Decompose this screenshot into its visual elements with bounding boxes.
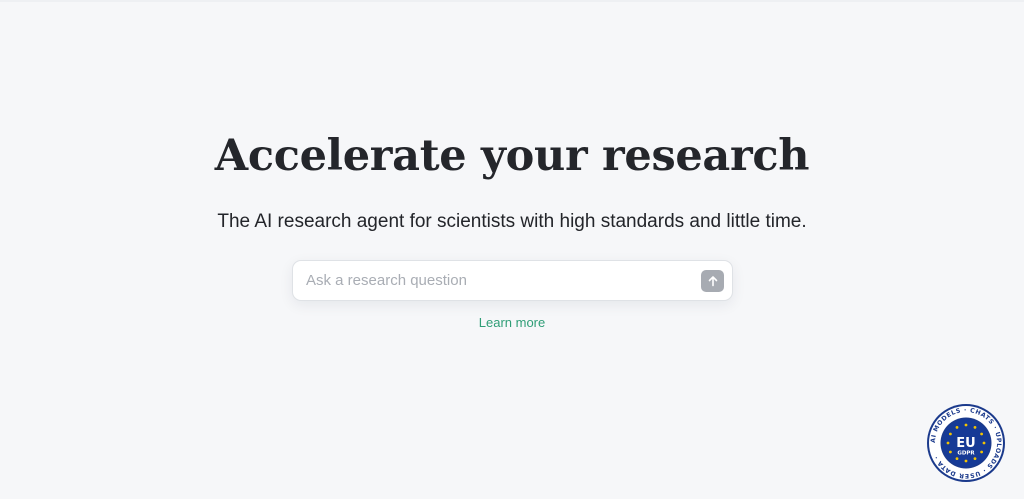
badge-eu-label: EU [956,436,975,451]
search-box [292,260,733,301]
page-headline: Accelerate your research [214,131,810,181]
submit-button[interactable] [701,270,724,292]
page-subheadline: The AI research agent for scientists wit… [217,211,807,232]
arrow-up-icon [708,276,717,287]
learn-more-wrapper: Learn more [0,314,1024,332]
eu-gdpr-seal-icon: AI MODELS · CHATS · UPLOADS · USER DATA … [927,404,1005,482]
badge-gdpr-label: GDPR [957,451,975,457]
learn-more-link[interactable]: Learn more [479,315,545,330]
top-divider [0,0,1024,2]
gdpr-badge: AI MODELS · CHATS · UPLOADS · USER DATA … [926,403,1006,483]
research-question-input[interactable] [306,261,686,300]
